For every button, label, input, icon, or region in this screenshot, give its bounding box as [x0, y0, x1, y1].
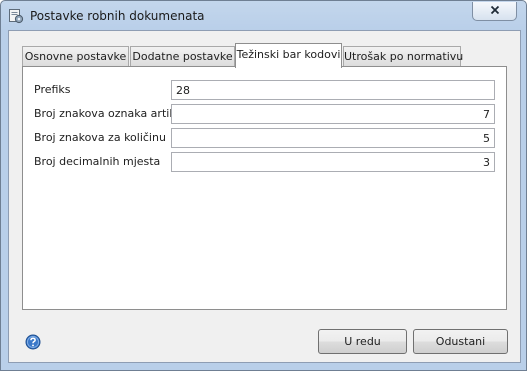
quantity-length-row: Broj znakova za količinu: [23, 128, 508, 148]
prefix-input[interactable]: [171, 80, 495, 100]
ok-button[interactable]: U redu: [318, 329, 407, 354]
decimal-places-input[interactable]: [171, 152, 495, 172]
quantity-length-label: Broj znakova za količinu: [34, 131, 166, 144]
dialog-client-area: Osnovne postavke Dodatne postavke Težins…: [8, 30, 521, 363]
close-icon: [490, 5, 500, 18]
dialog-window: Postavke robnih dokumenata Osnovne posta…: [0, 0, 527, 371]
tab-utrosak-po-normativu[interactable]: Utrošak po normativu: [343, 46, 463, 66]
decimal-places-label: Broj decimalnih mjesta: [34, 155, 161, 168]
prefix-label: Prefiks: [34, 83, 71, 96]
tab-dodatne-postavke[interactable]: Dodatne postavke: [130, 46, 235, 66]
tab-tezinski-bar-kodovi[interactable]: Težinski bar kodovi: [235, 43, 342, 68]
tab-panel: Prefiks Broj znakova oznaka artikla Broj…: [22, 66, 507, 310]
close-button[interactable]: [472, 2, 517, 21]
decimal-places-row: Broj decimalnih mjesta: [23, 152, 508, 172]
prefix-row: Prefiks: [23, 80, 508, 100]
cancel-button[interactable]: Odustani: [413, 329, 508, 354]
article-code-length-row: Broj znakova oznaka artikla: [23, 104, 508, 124]
tab-osnovne-postavke[interactable]: Osnovne postavke: [22, 46, 129, 66]
article-code-length-label: Broj znakova oznaka artikla: [34, 107, 186, 120]
title-bar[interactable]: Postavke robnih dokumenata: [1, 1, 526, 31]
window-title: Postavke robnih dokumenata: [30, 9, 205, 23]
article-code-length-input[interactable]: [171, 104, 495, 124]
settings-document-icon: [8, 8, 24, 24]
quantity-length-input[interactable]: [171, 128, 495, 148]
help-icon[interactable]: [25, 334, 41, 350]
